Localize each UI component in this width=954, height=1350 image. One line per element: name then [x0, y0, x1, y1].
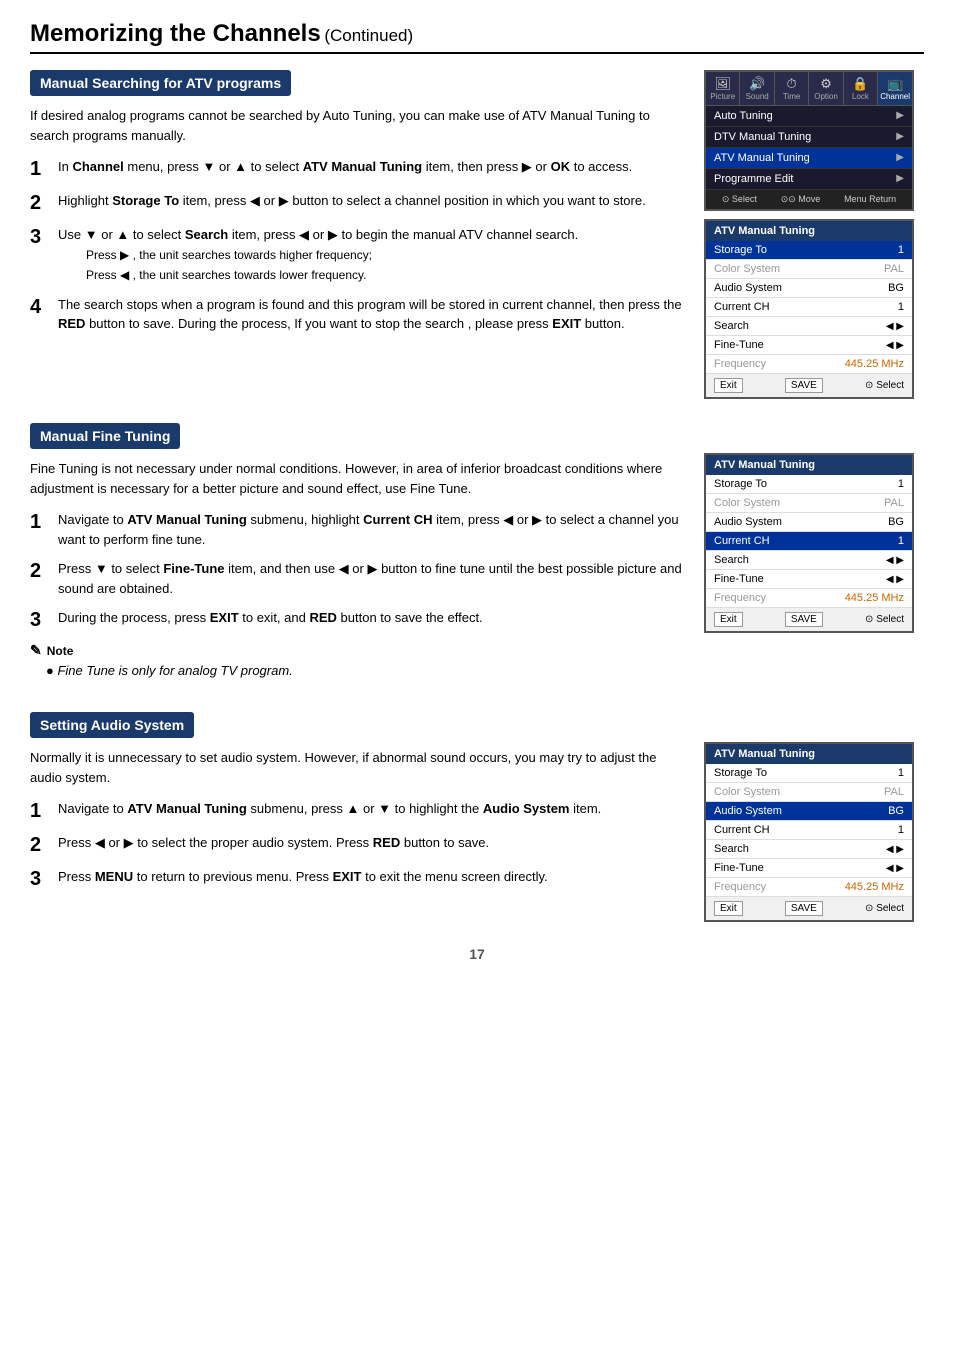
atv-row-color-system: Color System PAL	[706, 494, 912, 513]
section3-right-panel: ATV Manual Tuning Storage To 1 Color Sys…	[704, 712, 924, 922]
menu-item-dtv-manual: DTV Manual Tuning ▶	[706, 127, 912, 148]
section-audio-system: Setting Audio System Normally it is unne…	[30, 712, 924, 922]
atv-panel-3: ATV Manual Tuning Storage To 1 Color Sys…	[704, 742, 914, 922]
section3-content: Setting Audio System Normally it is unne…	[30, 712, 684, 922]
atv-row-search: Search ◀ ▶	[706, 840, 912, 859]
atv-panel-2-footer: Exit SAVE ⊙ Select	[706, 608, 912, 631]
section1-right-panels: 🖼 Picture 🔊 Sound ⏱ Time ⚙ Option	[704, 70, 924, 399]
note-box: ✎ Note ● Fine Tune is only for analog TV…	[30, 642, 684, 678]
atv-row-audio-system: Audio System BG	[706, 279, 912, 298]
section3-header: Setting Audio System	[30, 712, 194, 738]
step-item: 3 Press MENU to return to previous menu.…	[30, 867, 684, 891]
atv-row-storage-to: Storage To 1	[706, 241, 912, 260]
tab-lock: 🔒 Lock	[844, 72, 878, 105]
section2-intro: Fine Tuning is not necessary under norma…	[30, 459, 684, 498]
atv-row-current-ch: Current CH 1	[706, 821, 912, 840]
atv-row-current-ch: Current CH 1	[706, 532, 912, 551]
section3-intro: Normally it is unnecessary to set audio …	[30, 748, 684, 787]
tab-picture: 🖼 Picture	[706, 72, 740, 105]
atv-row-search: Search ◀ ▶	[706, 317, 912, 336]
atv-row-audio-system: Audio System BG	[706, 802, 912, 821]
tab-time: ⏱ Time	[775, 72, 809, 105]
step-item: 1 Navigate to ATV Manual Tuning submenu,…	[30, 799, 684, 823]
atv-row-fine-tune: Fine-Tune ◀ ▶	[706, 570, 912, 589]
atv-row-color-system: Color System PAL	[706, 783, 912, 802]
atv-row-fine-tune: Fine-Tune ◀ ▶	[706, 859, 912, 878]
atv-panel-1-footer: Exit SAVE ⊙ Select	[706, 374, 912, 397]
tv-menu-top: 🖼 Picture 🔊 Sound ⏱ Time ⚙ Option	[704, 70, 914, 211]
tv-menu-tabs: 🖼 Picture 🔊 Sound ⏱ Time ⚙ Option	[706, 72, 912, 106]
atv-row-frequency: Frequency 445.25 MHz	[706, 878, 912, 897]
atv-panel-1: ATV Manual Tuning Storage To 1 Color Sys…	[704, 219, 914, 399]
atv-row-color-system: Color System PAL	[706, 260, 912, 279]
atv-panel-2-title: ATV Manual Tuning	[706, 455, 912, 475]
atv-row-frequency: Frequency 445.25 MHz	[706, 589, 912, 608]
note-text: ● Fine Tune is only for analog TV progra…	[46, 663, 684, 678]
step-item: 3 During the process, press EXIT to exit…	[30, 608, 684, 632]
section2-right-panel: ATV Manual Tuning Storage To 1 Color Sys…	[704, 423, 924, 688]
tv-menu-items: Auto Tuning ▶ DTV Manual Tuning ▶ ATV Ma…	[706, 106, 912, 190]
menu-item-programme-edit: Programme Edit ▶	[706, 169, 912, 190]
tab-sound: 🔊 Sound	[740, 72, 774, 105]
atv-row-current-ch: Current CH 1	[706, 298, 912, 317]
tab-channel: 📺 Channel	[878, 72, 912, 105]
menu-item-auto-tuning: Auto Tuning ▶	[706, 106, 912, 127]
tv-menu-footer: ⊙ Select ⊙⊙ Move Menu Return	[706, 190, 912, 209]
section-manual-searching: Manual Searching for ATV programs If des…	[30, 70, 924, 399]
note-icon: ✎	[30, 642, 42, 659]
atv-panel-3-footer: Exit SAVE ⊙ Select	[706, 897, 912, 920]
atv-row-audio-system: Audio System BG	[706, 513, 912, 532]
page-number: 17	[30, 946, 924, 962]
atv-row-frequency: Frequency 445.25 MHz	[706, 355, 912, 374]
atv-panel-2: ATV Manual Tuning Storage To 1 Color Sys…	[704, 453, 914, 633]
step-item: 2 Press ◀ or ▶ to select the proper audi…	[30, 833, 684, 857]
section1-content: Manual Searching for ATV programs If des…	[30, 70, 684, 399]
section2-header: Manual Fine Tuning	[30, 423, 180, 449]
step-item: 1 Navigate to ATV Manual Tuning submenu,…	[30, 510, 684, 549]
section3-steps: 1 Navigate to ATV Manual Tuning submenu,…	[30, 799, 684, 891]
section1-intro: If desired analog programs cannot be sea…	[30, 106, 684, 145]
atv-panel-3-title: ATV Manual Tuning	[706, 744, 912, 764]
tab-option: ⚙ Option	[809, 72, 843, 105]
section-fine-tuning: Manual Fine Tuning Fine Tuning is not ne…	[30, 423, 924, 688]
step-item: 4 The search stops when a program is fou…	[30, 295, 684, 334]
atv-panel-1-title: ATV Manual Tuning	[706, 221, 912, 241]
section2-steps: 1 Navigate to ATV Manual Tuning submenu,…	[30, 510, 684, 632]
page-title: Memorizing the Channels (Continued)	[30, 20, 924, 54]
step-item: 3 Use ▼ or ▲ to select Search item, pres…	[30, 225, 684, 285]
section1-header: Manual Searching for ATV programs	[30, 70, 291, 96]
step-item: 1 In Channel menu, press ▼ or ▲ to selec…	[30, 157, 684, 181]
atv-row-fine-tune: Fine-Tune ◀ ▶	[706, 336, 912, 355]
atv-row-search: Search ◀ ▶	[706, 551, 912, 570]
atv-row-storage-to: Storage To 1	[706, 764, 912, 783]
section2-content: Manual Fine Tuning Fine Tuning is not ne…	[30, 423, 684, 688]
step-item: 2 Press ▼ to select Fine-Tune item, and …	[30, 559, 684, 598]
menu-item-atv-manual: ATV Manual Tuning ▶	[706, 148, 912, 169]
step-item: 2 Highlight Storage To item, press ◀ or …	[30, 191, 684, 215]
section1-steps: 1 In Channel menu, press ▼ or ▲ to selec…	[30, 157, 684, 334]
atv-row-storage-to: Storage To 1	[706, 475, 912, 494]
